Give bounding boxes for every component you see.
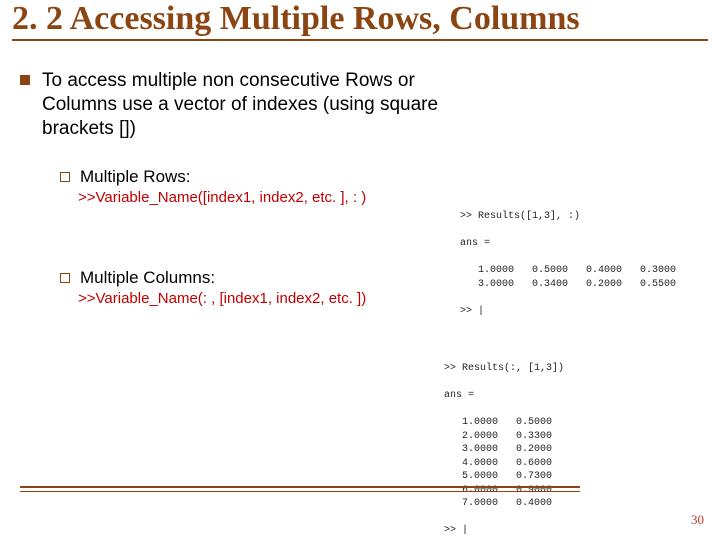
intro-text: To access multiple non consecutive Rows … bbox=[42, 69, 450, 140]
square-bullet-icon bbox=[20, 75, 30, 85]
matlab-output-1: >> Results([1,3], :) ans = 1.0000 0.5000… bbox=[460, 210, 676, 318]
body: To access multiple non consecutive Rows … bbox=[20, 69, 450, 306]
slide-title: 2. 2 Accessing Multiple Rows, Columns bbox=[12, 0, 708, 41]
sub-bullet-2: Multiple Columns: >>Variable_Name(: , [i… bbox=[60, 268, 450, 307]
sub1-cmd: >>Variable_Name([index1, index2, etc. ],… bbox=[78, 189, 450, 206]
matlab-output-2: >> Results(:, [1,3]) ans = 1.0000 0.5000… bbox=[444, 362, 564, 538]
sub-bullet-1: Multiple Rows: >>Variable_Name([index1, … bbox=[60, 167, 450, 206]
hollow-square-icon bbox=[60, 273, 70, 283]
intro-bullet: To access multiple non consecutive Rows … bbox=[20, 69, 450, 140]
sub2-label: Multiple Columns: bbox=[80, 268, 215, 288]
hollow-square-icon bbox=[60, 172, 70, 182]
sub1-label: Multiple Rows: bbox=[80, 167, 191, 187]
slide: 2. 2 Accessing Multiple Rows, Columns To… bbox=[0, 0, 720, 540]
page-number: 30 bbox=[691, 512, 704, 528]
footer-line-thin bbox=[20, 491, 580, 492]
sub2-cmd: >>Variable_Name(: , [index1, index2, etc… bbox=[78, 290, 450, 307]
footer-line-thick bbox=[20, 486, 580, 488]
